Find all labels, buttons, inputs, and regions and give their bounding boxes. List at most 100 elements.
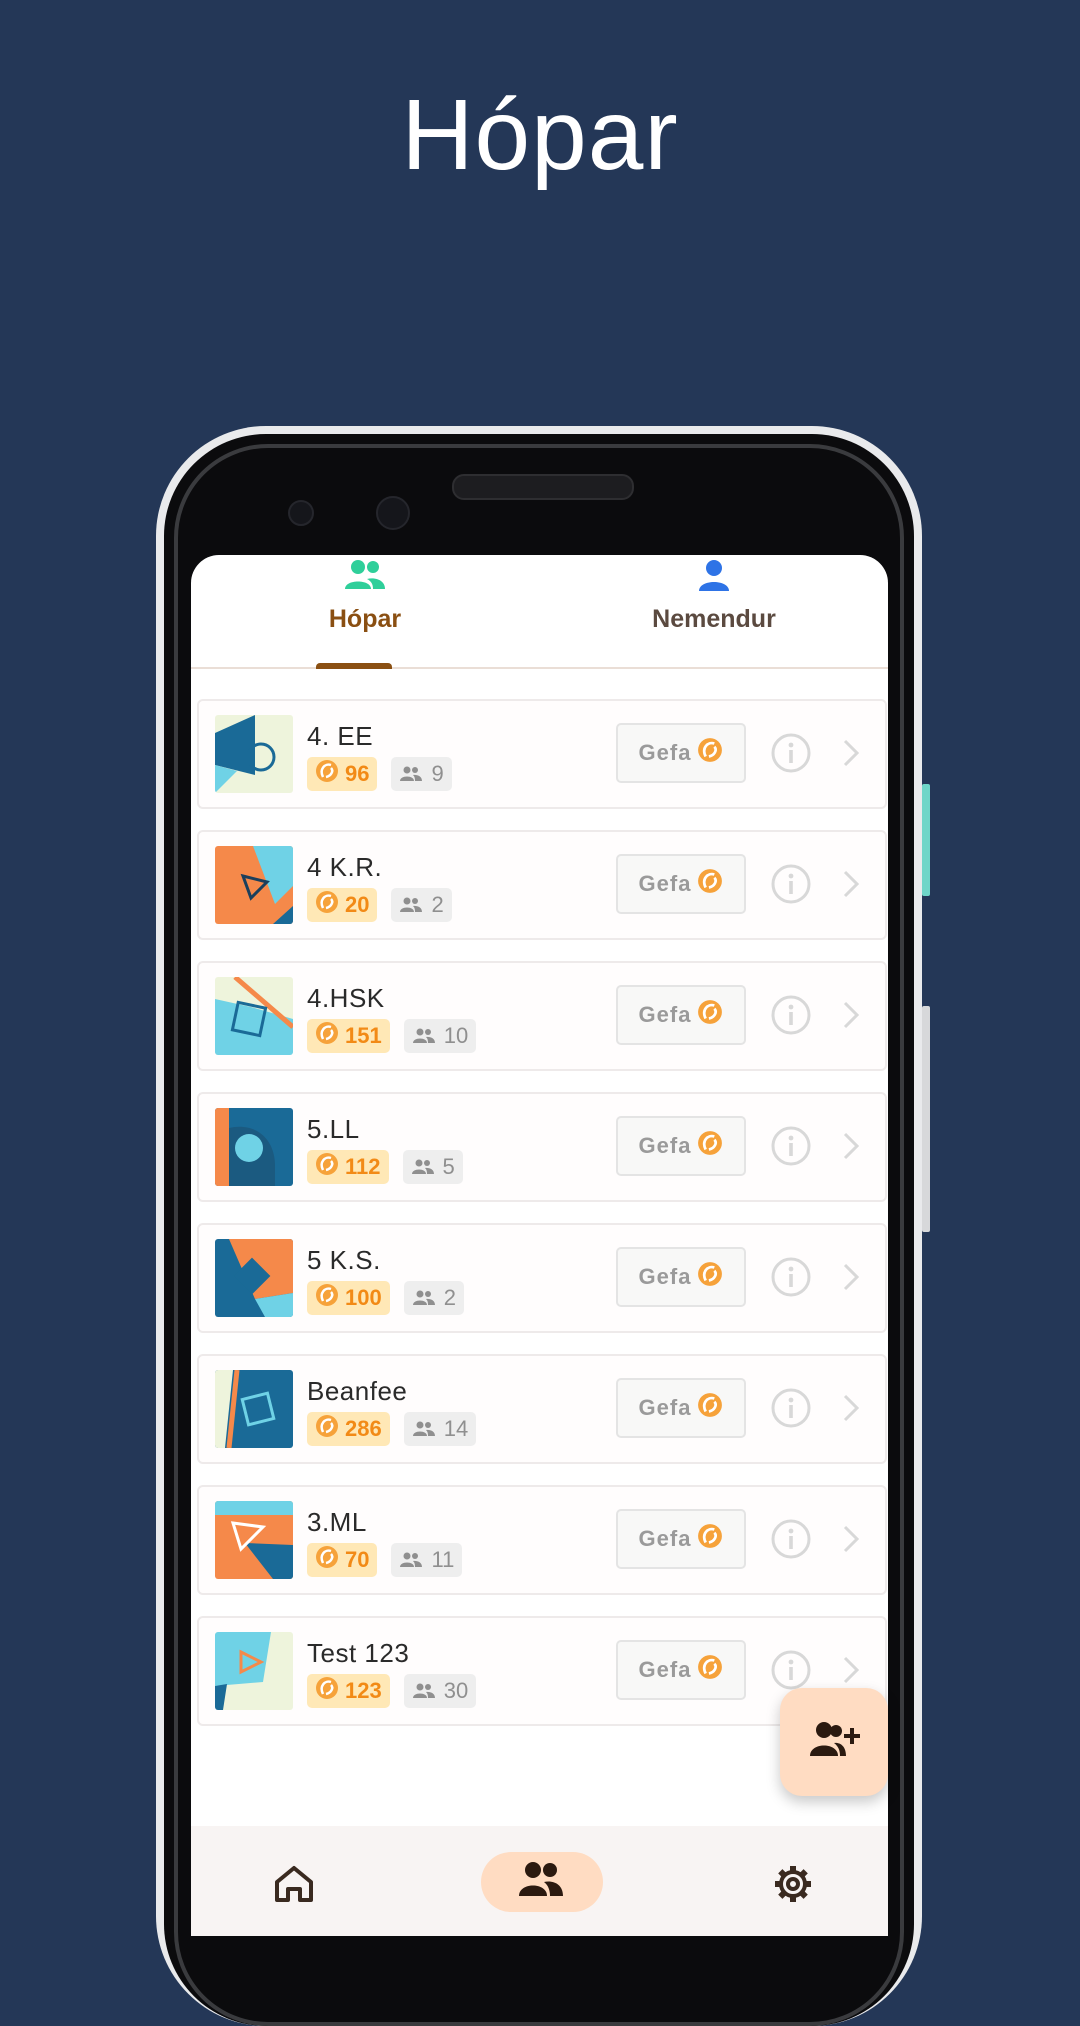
group-avatar (215, 1239, 293, 1317)
points-value: 100 (345, 1285, 382, 1310)
bean-coin-icon (697, 1130, 723, 1162)
give-button-label: Gefa (638, 1526, 692, 1551)
points-badge: 70 (307, 1543, 378, 1577)
info-icon[interactable] (771, 733, 811, 778)
give-button-label: Gefa (638, 740, 692, 765)
members-count: 2 (431, 892, 444, 917)
tab-active-indicator (316, 663, 392, 669)
tab-bar: Hópar Nemendur (191, 555, 888, 669)
chevron-right-icon[interactable] (839, 1652, 863, 1693)
chevron-right-icon[interactable] (839, 866, 863, 907)
group-name: Test 123 (307, 1638, 410, 1668)
bean-coin-icon (697, 1392, 723, 1424)
group-avatar (215, 715, 293, 793)
points-value: 112 (345, 1154, 381, 1179)
group-name: 4. EE (307, 721, 374, 751)
chevron-right-icon[interactable] (839, 1128, 863, 1169)
give-button[interactable]: Gefa (616, 985, 746, 1045)
points-value: 96 (345, 761, 370, 786)
points-value: 286 (345, 1416, 382, 1441)
page-headline: Hópar (401, 79, 679, 191)
tab-groups[interactable]: Hópar (191, 555, 539, 669)
points-badge: 112 (307, 1150, 389, 1184)
members-count: 5 (442, 1154, 455, 1179)
give-button[interactable]: Gefa (616, 1116, 746, 1176)
bean-coin-icon (697, 999, 723, 1031)
chevron-right-icon[interactable] (839, 1521, 863, 1562)
members-badge: 9 (391, 757, 452, 791)
bean-coin-icon (315, 1152, 339, 1182)
groups-icon (343, 559, 387, 598)
members-count: 14 (443, 1416, 469, 1441)
points-badge: 151 (307, 1019, 390, 1053)
give-button-label: Gefa (638, 1395, 692, 1420)
group-avatar (215, 1370, 293, 1448)
give-button-label: Gefa (638, 1002, 692, 1027)
points-badge: 286 (307, 1412, 390, 1446)
give-button[interactable]: Gefa (616, 723, 746, 783)
members-badge: 2 (391, 888, 452, 922)
phone-camera-icon (288, 500, 314, 526)
add-person-button[interactable] (780, 1688, 888, 1796)
person-icon (696, 559, 732, 598)
phone-side-button (922, 784, 930, 896)
chevron-right-icon[interactable] (839, 1390, 863, 1431)
group-card[interactable]: 4 K.R. 20 2 Gefa (197, 830, 887, 940)
give-button[interactable]: Gefa (616, 1509, 746, 1569)
group-avatar (215, 1501, 293, 1579)
group-card[interactable]: 4. EE 96 9 Gefa (197, 699, 887, 809)
chevron-right-icon[interactable] (839, 1259, 863, 1300)
bean-coin-icon (697, 1261, 723, 1293)
groups-icon (517, 1862, 565, 1904)
group-card[interactable]: 4.HSK 151 10 Gefa (197, 961, 887, 1071)
group-card[interactable]: 3.ML 70 11 Gefa (197, 1485, 887, 1595)
members-count: 10 (443, 1023, 469, 1048)
home-icon (271, 1866, 317, 1916)
give-button[interactable]: Gefa (616, 1247, 746, 1307)
members-count: 9 (431, 761, 444, 786)
group-avatar (215, 1632, 293, 1710)
info-icon[interactable] (771, 1388, 811, 1433)
info-icon[interactable] (771, 1257, 811, 1302)
points-badge: 100 (307, 1281, 390, 1315)
group-avatar (215, 846, 293, 924)
group-avatar (215, 977, 293, 1055)
nav-home[interactable] (271, 1852, 317, 1917)
nav-settings[interactable] (771, 1852, 815, 1917)
phone-speaker (452, 474, 634, 500)
bean-coin-icon (697, 737, 723, 769)
give-button-label: Gefa (638, 1133, 692, 1158)
members-icon (412, 1290, 435, 1305)
tab-students[interactable]: Nemendur (540, 555, 888, 667)
bean-coin-icon (315, 1414, 339, 1444)
give-button-label: Gefa (638, 1264, 692, 1289)
members-badge: 2 (403, 1281, 464, 1315)
members-icon (400, 766, 423, 781)
phone-side-button (922, 1006, 930, 1232)
give-button-label: Gefa (638, 1657, 692, 1682)
members-icon (400, 1552, 423, 1567)
give-button[interactable]: Gefa (616, 1378, 746, 1438)
bean-coin-icon (315, 890, 339, 920)
group-avatar (215, 1108, 293, 1186)
group-card[interactable]: Beanfee 286 14 Gefa (197, 1354, 887, 1464)
add-person-icon (808, 1720, 860, 1765)
members-icon (412, 1028, 435, 1043)
info-icon[interactable] (771, 864, 811, 909)
bean-coin-icon (315, 1676, 339, 1706)
members-badge: 14 (403, 1412, 477, 1446)
points-value: 70 (345, 1547, 370, 1572)
group-card[interactable]: 5 K.S. 100 2 Gefa (197, 1223, 887, 1333)
group-card[interactable]: 5.LL 112 5 Gefa (197, 1092, 887, 1202)
info-icon[interactable] (771, 1519, 811, 1564)
give-button[interactable]: Gefa (616, 854, 746, 914)
info-icon[interactable] (771, 1126, 811, 1171)
chevron-right-icon[interactable] (839, 735, 863, 776)
group-name: 4.HSK (307, 983, 385, 1013)
nav-groups[interactable] (517, 1860, 565, 1905)
chevron-right-icon[interactable] (839, 997, 863, 1038)
points-badge: 20 (307, 888, 378, 922)
give-button[interactable]: Gefa (616, 1640, 746, 1700)
members-badge: 11 (391, 1543, 463, 1577)
info-icon[interactable] (771, 995, 811, 1040)
